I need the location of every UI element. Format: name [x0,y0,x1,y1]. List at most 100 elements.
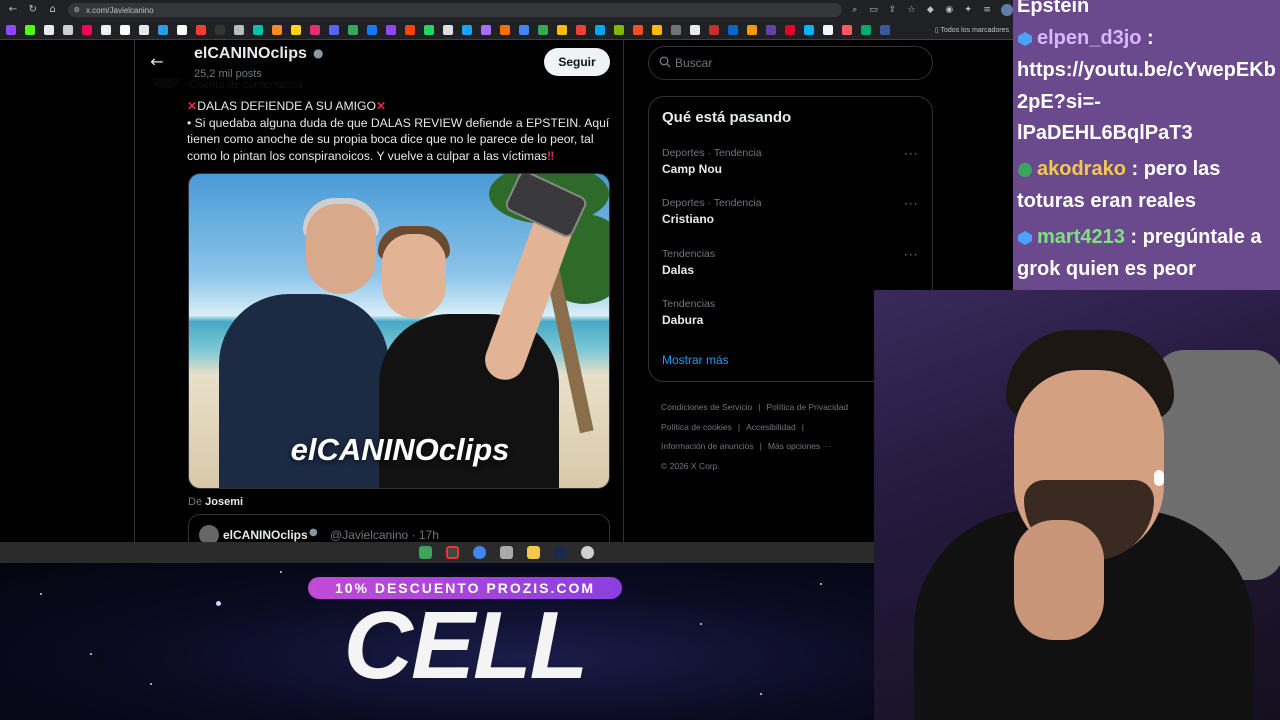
terms-link[interactable]: Condiciones de Servicio [661,402,752,412]
bookmark-icon[interactable] [234,24,244,35]
bookmark-icon[interactable] [405,24,415,35]
bookmark-icon[interactable] [44,24,54,35]
quoted-tweet[interactable]: elCANINOclips ● @Javielcanino · 17h [188,514,610,542]
bookmark-icon[interactable] [82,24,92,35]
bookmark-icon[interactable] [120,24,130,35]
bookmark-icon[interactable] [652,24,662,35]
bookmark-icon[interactable] [101,24,111,35]
bookmark-icon[interactable] [291,24,301,35]
chat-username: mart4213 [1037,226,1125,248]
bookmark-icon[interactable] [614,24,624,35]
bookmark-icon[interactable] [671,24,681,35]
bookmark-icon[interactable] [6,24,16,35]
bookmark-icon[interactable] [329,24,339,35]
extension-icon[interactable]: ◉ [943,4,955,16]
bookmark-icon[interactable] [766,24,776,35]
bookmark-icon[interactable] [348,24,358,35]
bookmark-icon[interactable] [500,24,510,35]
bookmark-icon[interactable] [25,24,35,35]
bookmark-icon[interactable] [424,24,434,35]
star [216,601,221,606]
app-icon[interactable] [581,546,594,559]
puzzle-icon[interactable]: ✦ [962,4,974,16]
bookmark-icon[interactable] [690,24,700,35]
bookmark-icon[interactable] [519,24,529,35]
menu-icon[interactable]: ≡ [981,4,993,16]
bookmark-icon[interactable] [633,24,643,35]
via-user[interactable]: Josemi [205,496,243,508]
extension-icon[interactable]: ◆ [924,4,936,16]
app-icon[interactable] [446,546,459,559]
app-icon[interactable] [500,546,513,559]
bookmark-icon[interactable] [253,24,263,35]
reload-icon[interactable]: ↻ [26,3,40,17]
home-icon[interactable]: ⌂ [46,3,60,17]
bookmark-icon[interactable] [272,24,282,35]
follow-button[interactable]: Seguir [544,48,610,76]
bookmark-icon[interactable] [595,24,605,35]
share-icon[interactable]: ⇪ [887,4,899,16]
app-icon[interactable] [419,546,432,559]
bookmark-icon[interactable] [215,24,225,35]
more-options-icon[interactable]: ··· [904,147,918,161]
show-more-link[interactable]: Mostrar más [662,353,729,367]
bookmark-icon[interactable] [443,24,453,35]
bookmark-icon[interactable] [177,24,187,35]
bookmark-icon[interactable] [747,24,757,35]
chat-message: Epstein [1017,0,1089,22]
quote-author-name[interactable]: elCANINOclips [223,528,308,542]
bookmark-star-icon[interactable]: ☆ [906,4,918,16]
bookmark-icon[interactable] [538,24,548,35]
more-options-icon[interactable]: ··· [904,197,918,211]
bookmark-icon[interactable] [139,24,149,35]
bookmark-icon[interactable] [804,24,814,35]
search-input[interactable] [675,55,915,71]
install-icon[interactable]: ▭ [868,4,880,16]
stream-background: 10% DESCUENTO PROZIS.COM CELL [0,563,874,720]
cookies-link[interactable]: Política de cookies [661,422,732,432]
trends-title: Qué está pasando [662,109,792,126]
bookmark-icon[interactable] [63,24,73,35]
accessibility-link[interactable]: Accesibilidad [746,422,796,432]
bookmark-icon[interactable] [823,24,833,35]
bookmarks-folder[interactable]: ▯ Todos los marcadores [935,26,1009,34]
bookmark-icon[interactable] [196,24,206,35]
bookmark-icon[interactable] [576,24,586,35]
more-options-link[interactable]: Más opciones ··· [768,441,831,451]
bookmark-icon[interactable] [842,24,852,35]
bookmark-icon[interactable] [310,24,320,35]
bookmark-icon[interactable] [709,24,719,35]
more-options-icon[interactable]: ··· [904,248,918,262]
site-info-icon[interactable]: ⚙ [74,6,80,14]
ads-info-link[interactable]: Información de anuncios [661,441,754,451]
bookmark-icon[interactable] [785,24,795,35]
bookmark-icon[interactable] [462,24,472,35]
back-arrow-icon[interactable]: ← [6,3,20,17]
privacy-link[interactable]: Política de Privacidad [766,402,848,412]
bookmark-icon[interactable] [728,24,738,35]
profile-avatar[interactable] [1001,4,1013,16]
trend-item[interactable]: Deportes · Tendencia Cristiano ··· [649,197,932,245]
bookmark-icon[interactable] [880,24,890,35]
trend-item[interactable]: Deportes · Tendencia Camp Nou ··· [649,147,932,195]
back-arrow-icon[interactable]: ← [147,52,167,72]
zoom-icon[interactable]: ⌕ [849,4,861,16]
tweet-body: • Si quedaba alguna duda de que DALAS RE… [187,115,610,163]
folder-icon[interactable] [527,546,540,559]
bookmark-icon[interactable] [367,24,377,35]
avatar[interactable] [199,525,219,542]
address-bar[interactable]: ⚙ x.com/Javielcanino [67,3,842,17]
photoshop-icon[interactable] [554,546,567,559]
trend-item[interactable]: Tendencias Dalas ··· [649,248,932,296]
bookmark-icon[interactable] [481,24,491,35]
bookmark-icon[interactable] [158,24,168,35]
profile-header: ← elCANINOclips ● 25,2 mil posts Seguir [135,40,623,88]
search-box[interactable] [648,46,933,80]
bookmark-icon[interactable] [386,24,396,35]
chrome-icon[interactable] [473,546,486,559]
chat-text: : pero las [1131,158,1221,180]
bookmark-icon[interactable] [557,24,567,35]
trend-meta: Tendencias [662,298,716,310]
bookmark-icon[interactable] [861,24,871,35]
tweet-image[interactable]: elCANINOclips [188,173,610,489]
